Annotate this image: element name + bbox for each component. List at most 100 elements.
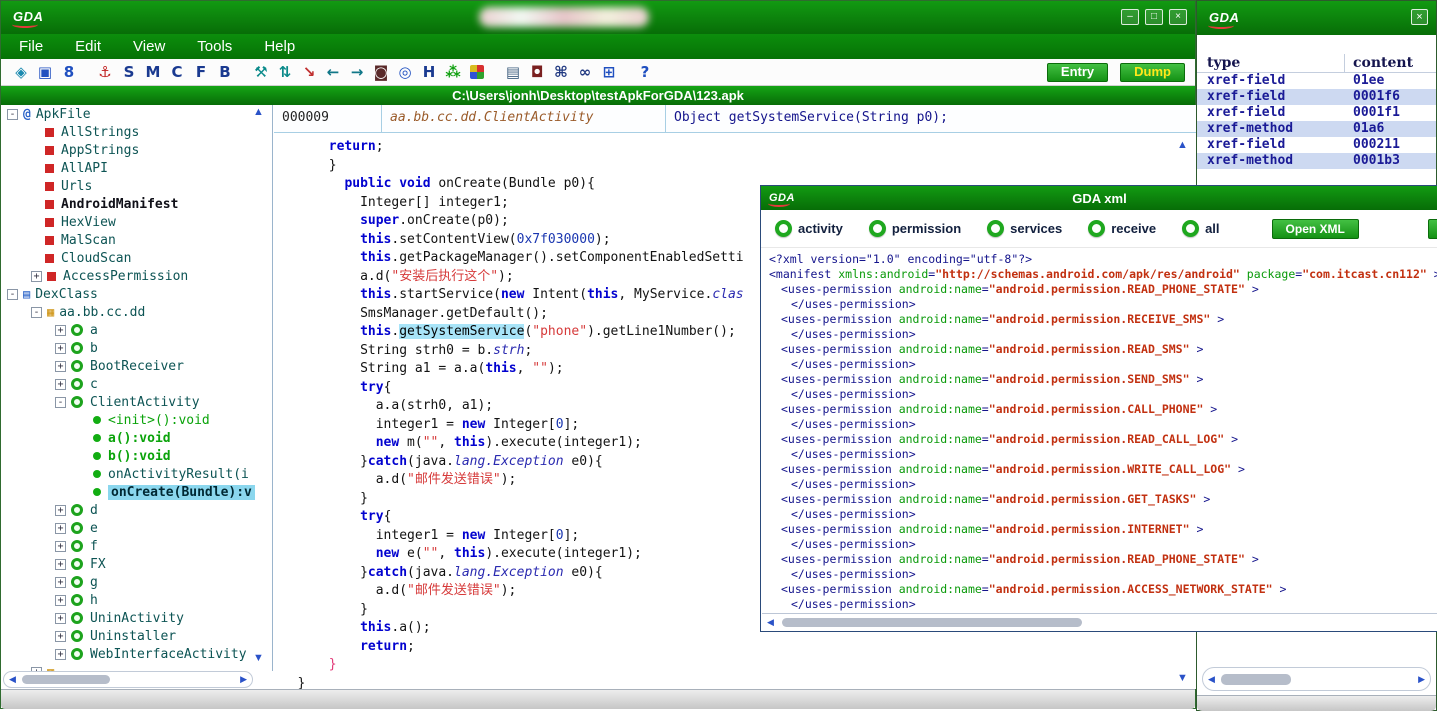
menu-item-view[interactable]: View	[123, 38, 187, 55]
strings-icon[interactable]: S	[117, 60, 141, 84]
scroll-right-icon[interactable]: ▶	[240, 674, 247, 685]
expand-icon[interactable]: +	[55, 559, 66, 570]
xref-row[interactable]: xref-method0001b3	[1197, 153, 1436, 169]
command-icon[interactable]: ⌘	[549, 60, 573, 84]
expand-icon[interactable]: +	[55, 595, 66, 606]
xml-tab-all[interactable]: all	[1182, 220, 1219, 237]
collapse-icon[interactable]: -	[7, 109, 18, 120]
expand-icon[interactable]: +	[55, 541, 66, 552]
code-line[interactable]: }	[274, 157, 1196, 176]
anchor-icon[interactable]: ⚓	[93, 60, 117, 84]
code-line[interactable]: }	[274, 656, 1196, 675]
xml-tab-activity[interactable]: activity	[775, 220, 843, 237]
expand-icon[interactable]: +	[55, 577, 66, 588]
scroll-left-icon[interactable]: ◀	[1208, 674, 1215, 685]
code-line[interactable]: return;	[274, 638, 1196, 657]
tree-item[interactable]: -ClientActivity	[1, 393, 272, 411]
molecule-icon[interactable]: ⁂	[441, 60, 465, 84]
tree-item[interactable]: onCreate(Bundle):v	[1, 483, 272, 501]
tree-item[interactable]: Urls	[1, 177, 272, 195]
grid-icon[interactable]: ⊞	[597, 60, 621, 84]
jump-icon[interactable]: ⇅	[273, 60, 297, 84]
tree-item[interactable]: +WebInterfaceActivity	[1, 645, 272, 663]
globe-icon[interactable]: ◈	[9, 60, 33, 84]
tree-item[interactable]: +e	[1, 519, 272, 537]
xml-tab-permission[interactable]: permission	[869, 220, 961, 237]
tree-item[interactable]: AppStrings	[1, 141, 272, 159]
collapse-icon[interactable]: -	[7, 289, 18, 300]
tree-item[interactable]: +Uninstaller	[1, 627, 272, 645]
tree-item[interactable]: AndroidManifest	[1, 195, 272, 213]
tree-item[interactable]: +UninActivity	[1, 609, 272, 627]
methods-icon[interactable]: M	[141, 60, 165, 84]
minimize-button[interactable]: –	[1121, 9, 1139, 25]
clipped-button[interactable]	[1428, 219, 1437, 239]
classes-icon[interactable]: C	[165, 60, 189, 84]
xref-horizontal-scrollbar[interactable]: ◀ ▶	[1202, 667, 1431, 691]
tree-item[interactable]: <init>():void	[1, 411, 272, 429]
tree-item[interactable]: b():void	[1, 447, 272, 465]
close-button[interactable]: ×	[1169, 9, 1187, 25]
expand-icon[interactable]: +	[55, 325, 66, 336]
expand-icon[interactable]: +	[55, 613, 66, 624]
expand-icon[interactable]: +	[55, 631, 66, 642]
tree-item[interactable]: -@ApkFile	[1, 105, 272, 123]
xml-tab-services[interactable]: services	[987, 220, 1062, 237]
entry-button[interactable]: Entry	[1047, 63, 1108, 82]
help-icon[interactable]: ?	[633, 60, 657, 84]
expand-icon[interactable]: +	[55, 649, 66, 660]
forward-arrow-icon[interactable]: →	[345, 60, 369, 84]
tree-item[interactable]: +b	[1, 339, 272, 357]
keys-icon[interactable]: ∞	[573, 60, 597, 84]
code-line[interactable]: return;	[274, 138, 1196, 157]
tree-scroll-down-icon[interactable]: ▼	[253, 652, 264, 664]
search-doc-icon[interactable]: ◎	[393, 60, 417, 84]
hex-eight-icon[interactable]: 8	[57, 60, 81, 84]
tree-item[interactable]: -▦aa.bb.cc.dd	[1, 303, 272, 321]
tree-item[interactable]: MalScan	[1, 231, 272, 249]
expand-icon[interactable]: +	[55, 523, 66, 534]
camera-icon[interactable]: ◙	[369, 60, 393, 84]
tree-item[interactable]: +h	[1, 591, 272, 609]
tree-item[interactable]: +c	[1, 375, 272, 393]
tree-item[interactable]: +▦	[1, 663, 272, 671]
tree-item[interactable]: +f	[1, 537, 272, 555]
collapse-icon[interactable]: -	[55, 397, 66, 408]
tree-item[interactable]: CloudScan	[1, 249, 272, 267]
maximize-button[interactable]: □	[1145, 9, 1163, 25]
collapse-icon[interactable]: -	[31, 307, 42, 318]
tree-item[interactable]: HexView	[1, 213, 272, 231]
xref-col-content[interactable]: content	[1345, 54, 1436, 72]
scroll-right-icon[interactable]: ▶	[1418, 674, 1425, 685]
menu-item-edit[interactable]: Edit	[65, 38, 123, 55]
scroll-left-icon[interactable]: ◀	[767, 617, 774, 628]
tree-item[interactable]: -▤DexClass	[1, 285, 272, 303]
code-scroll-down-icon[interactable]: ▼	[1177, 672, 1188, 684]
tree-item[interactable]: AllStrings	[1, 123, 272, 141]
fields-icon[interactable]: F	[189, 60, 213, 84]
expand-icon[interactable]: +	[55, 361, 66, 372]
tree-item[interactable]: +BootReceiver	[1, 357, 272, 375]
expand-icon[interactable]: +	[55, 505, 66, 516]
code-scroll-up-icon[interactable]: ▲	[1177, 139, 1188, 151]
code-line[interactable]: }	[274, 675, 1196, 690]
tools-icon[interactable]: ⚒	[249, 60, 273, 84]
save-icon[interactable]: ▣	[33, 60, 57, 84]
menu-item-tools[interactable]: Tools	[187, 38, 254, 55]
tree-item[interactable]: +d	[1, 501, 272, 519]
tree-horizontal-scrollbar[interactable]: ◀ ▶	[3, 671, 253, 688]
xref-row[interactable]: xref-method01a6	[1197, 121, 1436, 137]
back-arrow-icon[interactable]: ←	[321, 60, 345, 84]
dump-button[interactable]: Dump	[1120, 63, 1185, 82]
script-icon[interactable]: ▤	[501, 60, 525, 84]
scroll-thumb[interactable]	[22, 675, 110, 684]
tree-item[interactable]: +a	[1, 321, 272, 339]
menu-item-file[interactable]: File	[9, 38, 65, 55]
colors-icon[interactable]	[470, 65, 484, 79]
tree-item[interactable]: onActivityResult(i	[1, 465, 272, 483]
xref-col-type[interactable]: type	[1197, 54, 1345, 72]
open-xml-button[interactable]: Open XML	[1272, 219, 1359, 239]
xref-row[interactable]: xref-field01ee	[1197, 73, 1436, 89]
tree-scroll-up-icon[interactable]: ▲	[253, 106, 264, 118]
tree-item[interactable]: +AccessPermission	[1, 267, 272, 285]
